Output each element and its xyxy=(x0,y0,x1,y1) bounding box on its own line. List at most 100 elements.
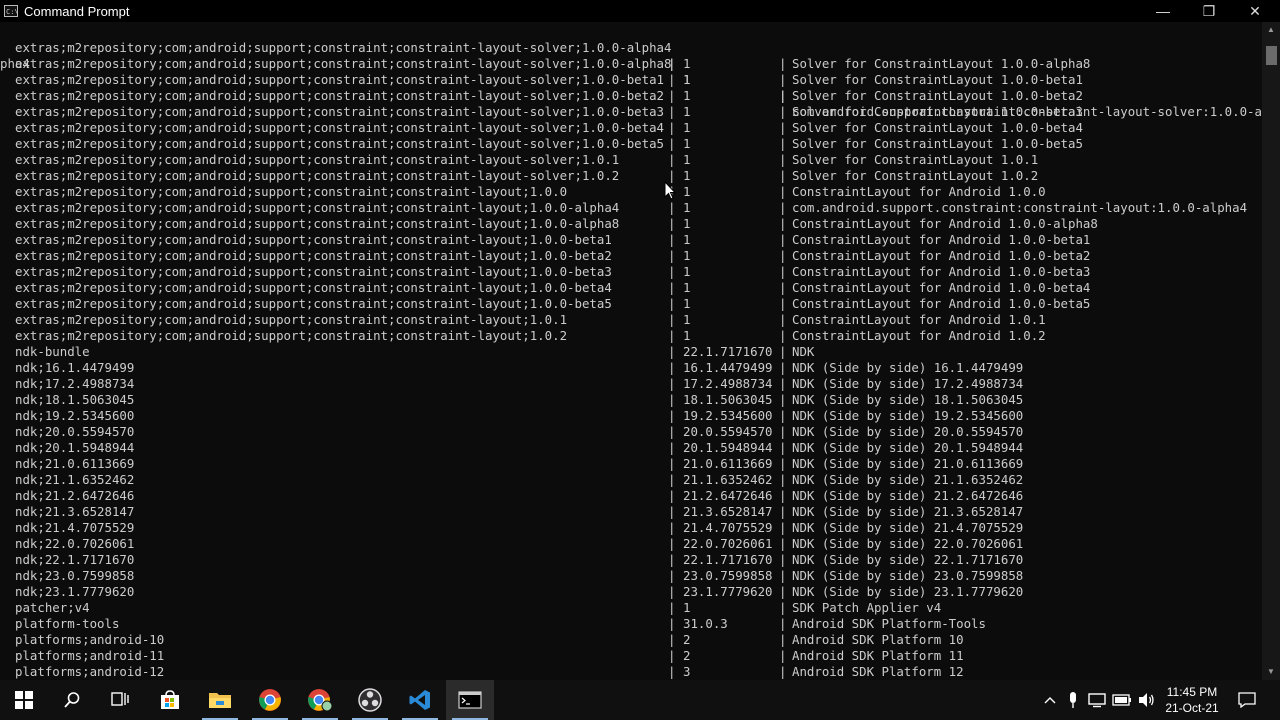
column-separator: | xyxy=(668,360,676,375)
terminal-line: extras;m2repository;com;android;support;… xyxy=(0,248,1262,264)
package-version: 1 xyxy=(683,248,691,263)
column-separator: | xyxy=(668,312,676,327)
column-separator: | xyxy=(779,264,787,279)
terminal-line: platforms;android-11 | 2 | Android SDK Platf… xyxy=(0,648,1262,664)
close-icon: ✕ xyxy=(1249,2,1261,19)
package-path: extras;m2repository;com;android;support;… xyxy=(15,216,620,231)
file-explorer-app[interactable] xyxy=(196,680,244,720)
search-button[interactable] xyxy=(48,680,96,720)
package-path: platform-tools xyxy=(15,616,120,631)
terminal-line: extras;m2repository;com;android;support;… xyxy=(0,72,1262,88)
package-description: NDK (Side by side) 16.1.4479499 xyxy=(792,360,1024,375)
package-version: 1 xyxy=(683,280,691,295)
terminal-line: extras;m2repository;com;android;support;… xyxy=(0,200,1262,216)
column-separator: | xyxy=(779,424,787,439)
package-description: ConstraintLayout for Android 1.0.0-beta1 xyxy=(792,232,1091,247)
package-description: NDK (Side by side) 22.1.7171670 xyxy=(792,552,1024,567)
column-separator: | xyxy=(779,472,787,487)
obs-app[interactable] xyxy=(346,680,394,720)
terminal-line: ndk;21.3.6528147 | 21.3.6528147 | NDK (Side … xyxy=(0,504,1262,520)
package-description: Solver for ConstraintLayout 1.0.1 xyxy=(792,152,1039,167)
column-separator: | xyxy=(668,120,676,135)
column-separator: | xyxy=(779,152,787,167)
column-separator: | xyxy=(779,584,787,599)
package-version: 1 xyxy=(683,296,691,311)
terminal-line: extras;m2repository;com;android;support;… xyxy=(0,264,1262,280)
column-separator: | xyxy=(668,600,676,615)
terminal-line: extras;m2repository;com;android;support;… xyxy=(0,280,1262,296)
tray-volume[interactable] xyxy=(1134,680,1158,720)
terminal-line: extras;m2repository;com;android;support;… xyxy=(0,296,1262,312)
vertical-scrollbar[interactable]: ▲ ▼ xyxy=(1262,22,1280,680)
scroll-up-icon[interactable]: ▲ xyxy=(1262,22,1280,38)
package-description: Android SDK Platform 12 xyxy=(792,664,964,679)
chrome-icon xyxy=(259,689,281,711)
package-version: 1 xyxy=(683,136,691,151)
package-version: 1 xyxy=(683,200,691,215)
package-path: extras;m2repository;com;android;support;… xyxy=(15,136,665,151)
column-separator: | xyxy=(668,344,676,359)
column-separator: | xyxy=(779,392,787,407)
column-separator: | xyxy=(779,616,787,631)
package-version: 1 xyxy=(683,600,691,615)
package-description: Solver for ConstraintLayout 1.0.0-beta1 xyxy=(792,72,1083,87)
package-version: 1 xyxy=(683,168,691,183)
clock-time: 11:45 PM xyxy=(1166,685,1218,699)
column-separator: | xyxy=(668,104,676,119)
terminal-output[interactable]: extras;m2repository;com;android;support;… xyxy=(0,22,1262,680)
package-path: extras;m2repository;com;android;support;… xyxy=(15,328,568,343)
terminal-line: extras;m2repository;com;android;support;… xyxy=(0,184,1262,200)
command-prompt-app[interactable] xyxy=(446,680,494,720)
scrollbar-thumb[interactable] xyxy=(1266,46,1277,65)
package-version: 1 xyxy=(683,152,691,167)
column-separator: | xyxy=(668,248,676,263)
task-view-button[interactable] xyxy=(96,680,144,720)
start-button[interactable] xyxy=(0,680,48,720)
package-version: 1 xyxy=(683,328,691,343)
package-description: Android SDK Platform 11 xyxy=(792,648,964,663)
package-version: 21.3.6528147 xyxy=(683,504,773,519)
column-separator: | xyxy=(779,648,787,663)
terminal-line: platforms;android-10 | 2 | Android SDK Platf… xyxy=(0,632,1262,648)
chrome-profile-app[interactable] xyxy=(296,680,344,720)
package-path: ndk;23.1.7779620 xyxy=(15,584,135,599)
package-version: 1 xyxy=(683,216,691,231)
package-version: 20.0.5594570 xyxy=(683,424,773,439)
scroll-down-icon[interactable]: ▼ xyxy=(1262,664,1280,680)
column-separator: | xyxy=(779,600,787,615)
close-button[interactable]: ✕ xyxy=(1232,0,1278,22)
terminal-line: extras;m2repository;com;android;support;… xyxy=(0,56,1262,72)
package-description: Android SDK Platform 10 xyxy=(792,632,964,647)
mouse-pointer-icon xyxy=(664,181,676,200)
volume-icon xyxy=(1139,693,1154,707)
column-separator: | xyxy=(779,248,787,263)
package-path: extras;m2repository;com;android;support;… xyxy=(15,232,612,247)
tray-microphone[interactable] xyxy=(1062,680,1084,720)
package-path: extras;m2repository;com;android;support;… xyxy=(15,248,612,263)
tray-network[interactable] xyxy=(1084,680,1110,720)
package-version: 1 xyxy=(683,312,691,327)
terminal-line: extras;m2repository;com;android;support;… xyxy=(0,136,1262,152)
chrome-app[interactable] xyxy=(246,680,294,720)
terminal-line: extras;m2repository;com;android;support;… xyxy=(0,24,1262,119)
package-description: ConstraintLayout for Android 1.0.1 xyxy=(792,312,1046,327)
obs-icon xyxy=(358,688,382,712)
notifications-button[interactable] xyxy=(1232,680,1262,720)
maximize-button[interactable]: ❐ xyxy=(1186,0,1232,22)
battery-icon xyxy=(1112,694,1131,706)
minimize-button[interactable]: — xyxy=(1140,0,1186,22)
tray-overflow-button[interactable] xyxy=(1038,680,1062,720)
package-description: Solver for ConstraintLayout 1.0.0-beta3 xyxy=(792,104,1083,119)
tray-battery[interactable] xyxy=(1110,680,1134,720)
terminal-line: platform-tools | 31.0.3 | Android SDK Platfo… xyxy=(0,616,1262,632)
package-path: extras;m2repository;com;android;support;… xyxy=(15,168,620,183)
taskbar-clock[interactable]: 11:45 PM 21-Oct-21 xyxy=(1162,684,1222,716)
package-path: extras;m2repository;com;android;support;… xyxy=(15,200,620,215)
package-version: 1 xyxy=(683,232,691,247)
package-path: extras;m2repository;com;android;support;… xyxy=(15,184,568,199)
terminal-line: ndk;20.1.5948944 | 20.1.5948944 | NDK (Side … xyxy=(0,440,1262,456)
vscode-app[interactable] xyxy=(396,680,444,720)
package-description: NDK (Side by side) 20.0.5594570 xyxy=(792,424,1024,439)
column-separator: | xyxy=(668,472,676,487)
store-app[interactable] xyxy=(146,680,194,720)
